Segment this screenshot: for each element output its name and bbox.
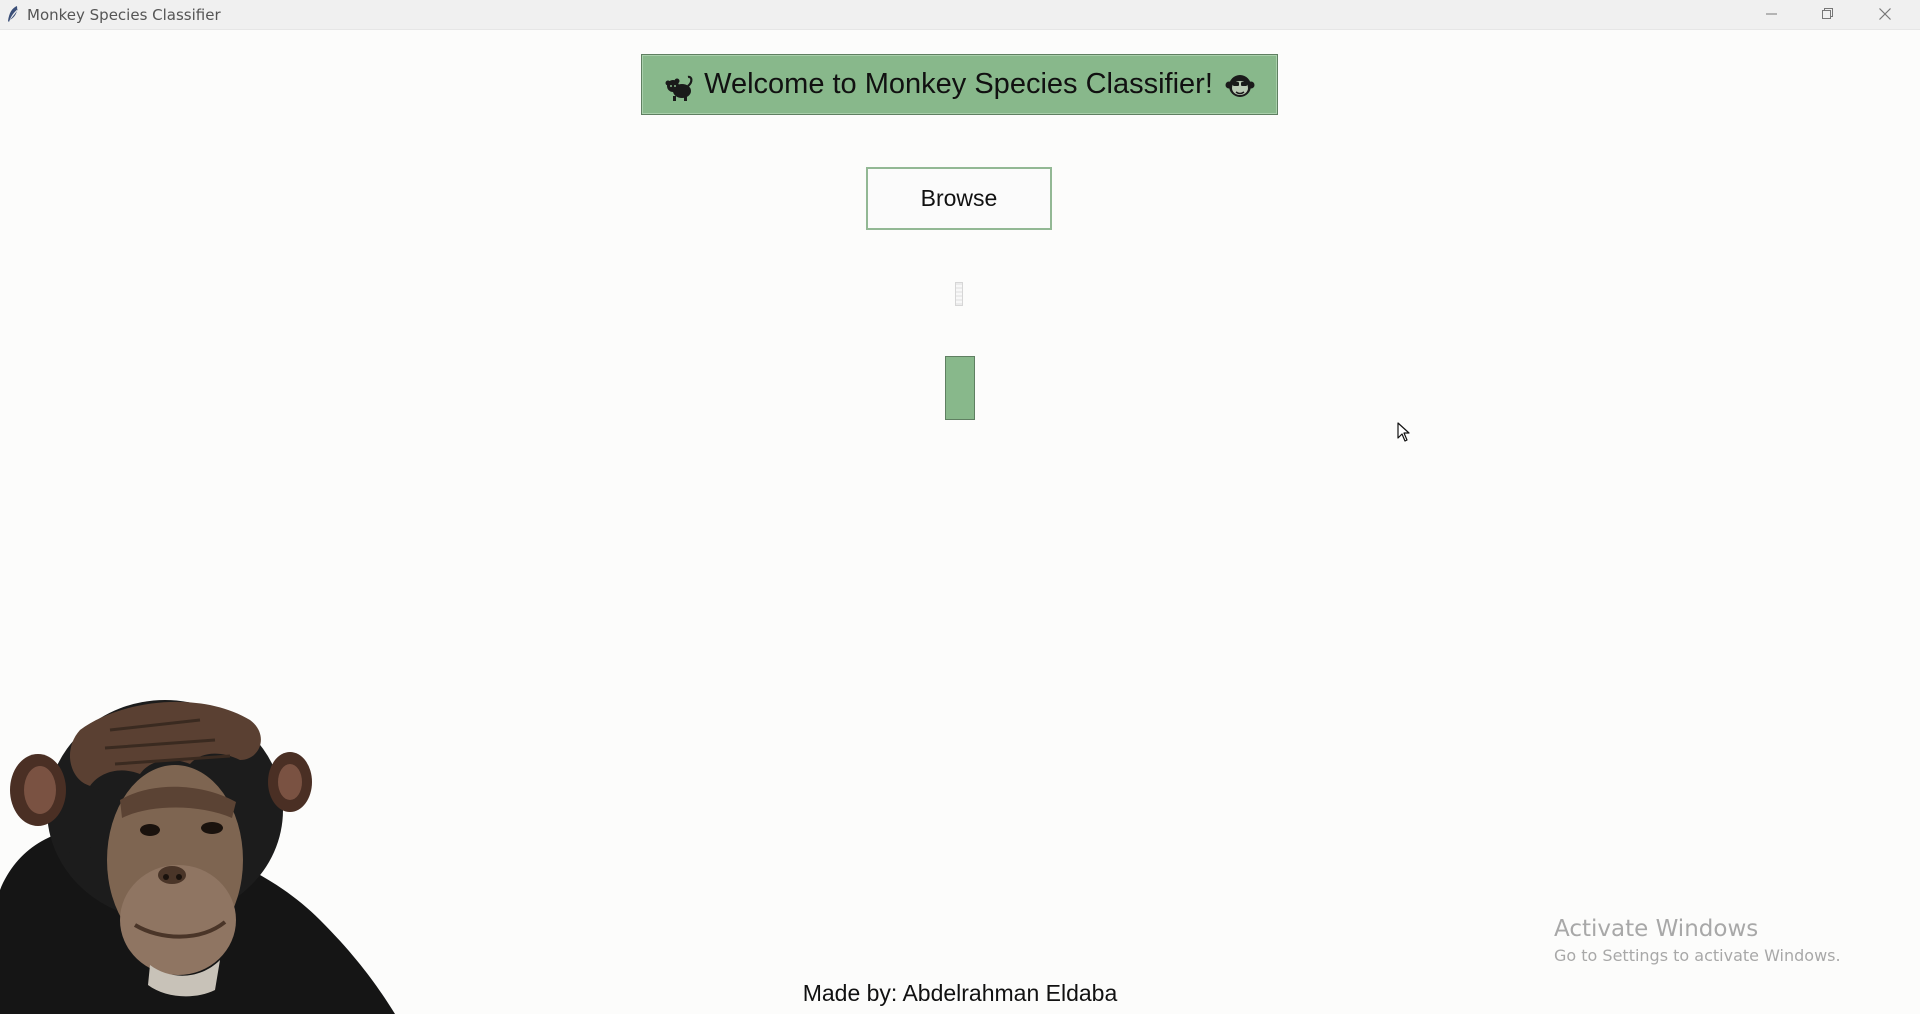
chimpanzee-image xyxy=(0,700,395,1014)
feather-icon xyxy=(8,6,18,22)
monkey-icon xyxy=(665,75,693,101)
minimize-icon xyxy=(1766,13,1777,15)
welcome-title: Welcome to Monkey Species Classifier! xyxy=(704,68,1213,100)
window-title: Monkey Species Classifier xyxy=(27,6,221,24)
restore-icon xyxy=(1822,8,1833,19)
activate-windows-watermark: Activate Windows Go to Settings to activ… xyxy=(1554,916,1841,965)
title-bar: Monkey Species Classifier xyxy=(0,0,1920,30)
close-button[interactable] xyxy=(1857,0,1913,29)
watermark-subtitle: Go to Settings to activate Windows. xyxy=(1554,946,1841,965)
app-window: Monkey Species Classifier Welcome to Mon… xyxy=(0,0,1920,1014)
close-icon xyxy=(1879,8,1891,20)
minimize-button[interactable] xyxy=(1744,0,1800,29)
result-label xyxy=(945,356,975,420)
watermark-title: Activate Windows xyxy=(1554,916,1759,942)
mouse-cursor-icon xyxy=(1397,422,1410,442)
restore-button[interactable] xyxy=(1800,0,1856,29)
monkey-face-icon xyxy=(1225,74,1255,97)
browse-button[interactable]: Browse xyxy=(866,167,1052,230)
image-preview xyxy=(955,282,963,306)
author-credit: Made by: Abdelrahman Eldaba xyxy=(802,980,1118,1006)
welcome-banner: Welcome to Monkey Species Classifier! xyxy=(641,54,1278,115)
